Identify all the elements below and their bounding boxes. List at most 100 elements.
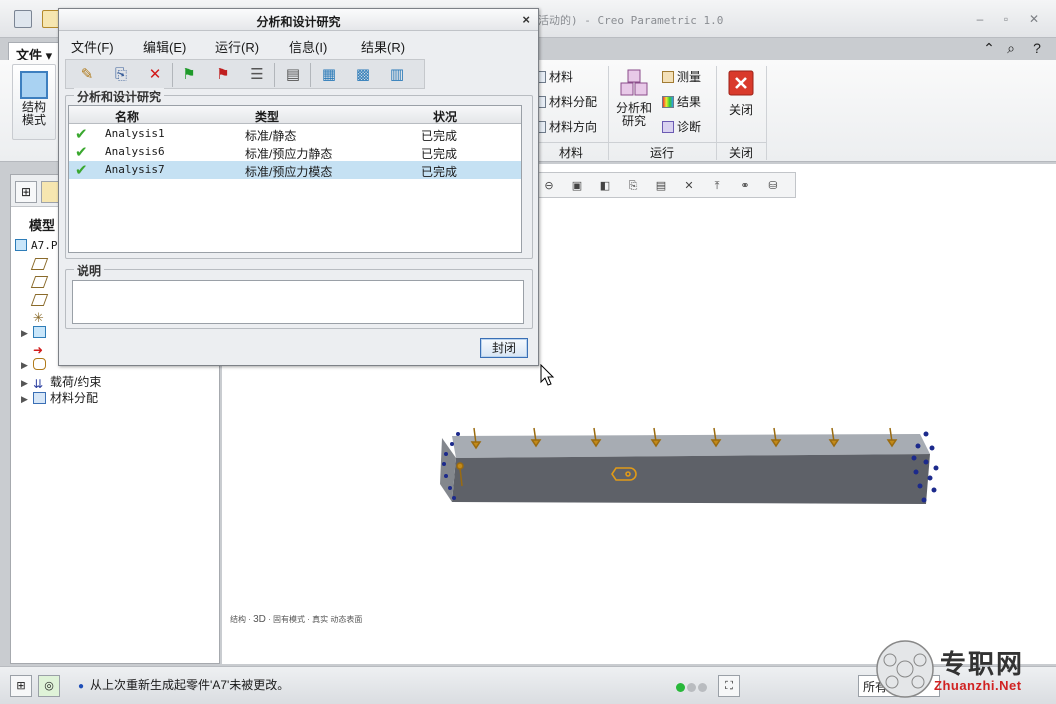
maximize-button[interactable]: ▫ xyxy=(998,12,1014,26)
tree-root[interactable]: A7.P xyxy=(15,239,58,252)
find-icon[interactable]: ⛶ xyxy=(718,675,740,697)
help-icon[interactable]: ? xyxy=(1028,40,1046,56)
structure-mode-button[interactable]: 结构 模式 xyxy=(12,64,56,140)
summary-icon[interactable]: ▤ xyxy=(282,64,304,86)
completed-check-icon: ✔ xyxy=(75,126,88,143)
table-row-selected[interactable]: ✔ Analysis7 标准/预应力模态 已完成 xyxy=(69,161,521,179)
simulation-display-icon[interactable]: ⚭ xyxy=(735,176,755,195)
stop-run-flag-icon[interactable]: ⚑ xyxy=(212,64,234,86)
tree-item-datum-plane[interactable] xyxy=(21,293,50,307)
dialog-close-button[interactable]: 封闭 xyxy=(480,338,528,358)
diagnose-button[interactable]: 诊断 xyxy=(662,116,701,138)
table-header: 名称 类型 状况 xyxy=(69,106,521,124)
material-direction-button[interactable]: 材料方向 xyxy=(534,116,597,138)
material-button[interactable]: 材料 xyxy=(534,66,573,88)
run-status-icon[interactable]: ☰ xyxy=(246,64,268,86)
beam-front-face xyxy=(452,454,930,504)
group-label-run: 运行 xyxy=(608,142,716,162)
group-label-material: 材料 xyxy=(534,142,608,162)
tree-item-idealization[interactable]: ▶ xyxy=(21,357,50,371)
studies-table[interactable]: 名称 类型 状况 ✔ Analysis1 标准/静态 已完成 ✔ Analysi… xyxy=(68,105,522,253)
view-info-text: 结构 · 3D · 固有模式 · 真实 动态表面 xyxy=(230,614,363,625)
beam-model[interactable] xyxy=(440,424,950,510)
show-browser-icon[interactable]: ◎ xyxy=(38,675,60,697)
status-message: ● 从上次重新生成起零件'A7'未被更改。 xyxy=(78,678,290,692)
tree-item-coordinate-system[interactable]: ✳ xyxy=(21,309,50,324)
insert-arrow-icon: ➜ xyxy=(33,343,44,357)
saved-orientations-icon[interactable]: ⎘ xyxy=(623,176,643,195)
up-chevron-icon[interactable]: ⌃ xyxy=(980,40,998,56)
refit-icon[interactable]: ▣ xyxy=(567,176,587,195)
minimize-button[interactable]: – xyxy=(972,12,988,26)
watermark-ball-logo xyxy=(876,640,934,698)
close-mode-button[interactable]: 关闭 xyxy=(722,66,760,117)
group-separator xyxy=(766,66,767,160)
table-row[interactable]: ✔ Analysis6 标准/预应力静态 已完成 xyxy=(69,143,521,161)
window-title: 活动的) - Creo Parametric 1.0 xyxy=(538,14,724,27)
col-name[interactable]: 名称 xyxy=(115,108,139,125)
display-style-icon[interactable]: ◧ xyxy=(595,176,615,195)
results-chart-icon[interactable]: ▩ xyxy=(352,64,374,86)
mouse-cursor-icon xyxy=(540,364,555,386)
beam-top-face xyxy=(452,434,930,458)
datum-display-icon[interactable]: ✕ xyxy=(679,176,699,195)
material-assign-button[interactable]: 材料分配 xyxy=(534,91,597,113)
tree-item-feature[interactable]: ▶ xyxy=(21,325,50,339)
coordinate-display-icon[interactable]: ⤒ xyxy=(707,176,727,195)
dialog-title: 分析和设计研究 xyxy=(256,15,341,29)
edit-pencil-icon[interactable]: ✎ xyxy=(76,64,98,86)
close-window-button[interactable]: ✕ xyxy=(1026,12,1042,26)
datum-plane-icon xyxy=(30,258,49,270)
structure-mode-icon xyxy=(20,71,48,99)
tree-item-insert-here[interactable]: ➜ xyxy=(21,341,50,356)
analysis-study-icon xyxy=(620,69,648,96)
view-manager-icon[interactable]: ▤ xyxy=(651,176,671,195)
menu-run[interactable]: 运行(R) xyxy=(215,37,259,56)
measure-button[interactable]: 测量 xyxy=(662,66,701,88)
model-tree-tab-icon[interactable]: ⊞ xyxy=(15,181,37,203)
model-tree-title: 模型 xyxy=(29,218,56,233)
delete-x-icon[interactable]: ✕ xyxy=(144,64,166,86)
display-results-icon[interactable]: ▦ xyxy=(318,64,340,86)
search-icon[interactable]: ⌕ xyxy=(1002,40,1020,56)
tree-item-loads-constraints[interactable]: ▶ ⇊ 载荷/约束 xyxy=(21,373,101,390)
menu-edit[interactable]: 编辑(E) xyxy=(143,37,186,56)
group-label-close: 关闭 xyxy=(716,142,766,162)
description-field[interactable] xyxy=(72,280,524,324)
copy-icon[interactable]: ⎘ xyxy=(110,64,132,86)
dialog-close-icon[interactable]: × xyxy=(522,12,530,27)
results-button[interactable]: 结果 xyxy=(662,91,701,113)
col-type[interactable]: 类型 xyxy=(255,108,279,125)
tree-item-datum-plane[interactable] xyxy=(21,257,50,271)
tree-item-datum-plane[interactable] xyxy=(21,275,50,289)
menu-results[interactable]: 结果(R) xyxy=(361,37,405,56)
zoom-out-icon[interactable]: ⊖ xyxy=(539,176,559,195)
spin-center-icon[interactable]: ⛁ xyxy=(763,176,783,195)
dialog-menu-bar: 文件(F) 编辑(E) 运行(R) 信息(I) 结果(R) xyxy=(59,33,538,57)
start-run-flag-icon[interactable]: ⚑ xyxy=(178,64,200,86)
table-row[interactable]: ✔ Analysis1 标准/静态 已完成 xyxy=(69,125,521,143)
diagnose-icon xyxy=(662,121,674,133)
analysis-study-button[interactable]: 分析和 研究 xyxy=(612,66,656,128)
file-menu-tab[interactable]: 文件 ▾ xyxy=(8,42,60,63)
close-red-x-icon xyxy=(728,70,754,96)
datum-plane-icon xyxy=(30,276,49,288)
dialog-toolbar: ✎ ⎘ ✕ ⚑ ⚑ ☰ ▤ ▦ ▩ ▥ xyxy=(65,59,425,89)
idealization-icon xyxy=(33,358,46,370)
results-legend-icon[interactable]: ▥ xyxy=(386,64,408,86)
tree-item-material-assign[interactable]: ▶ 材料分配 xyxy=(21,389,98,406)
completed-check-icon: ✔ xyxy=(75,144,88,161)
menu-file[interactable]: 文件(F) xyxy=(71,37,114,56)
analysis-design-study-dialog: 分析和设计研究 × 文件(F) 编辑(E) 运行(R) 信息(I) 结果(R) … xyxy=(58,8,539,366)
part-icon xyxy=(15,239,27,251)
col-status[interactable]: 状况 xyxy=(433,108,457,125)
datum-plane-icon xyxy=(30,294,49,306)
view-toolbar: ⊖ ▣ ◧ ⎘ ▤ ✕ ⤒ ⚭ ⛁ xyxy=(534,172,796,198)
menu-info[interactable]: 信息(I) xyxy=(289,37,327,56)
regen-status-lights xyxy=(676,681,709,695)
dialog-title-bar[interactable]: 分析和设计研究 × xyxy=(59,9,538,31)
feature-icon xyxy=(33,326,46,338)
show-navigator-icon[interactable]: ⊞ xyxy=(10,675,32,697)
results-icon xyxy=(662,96,674,108)
measure-icon xyxy=(662,71,674,83)
